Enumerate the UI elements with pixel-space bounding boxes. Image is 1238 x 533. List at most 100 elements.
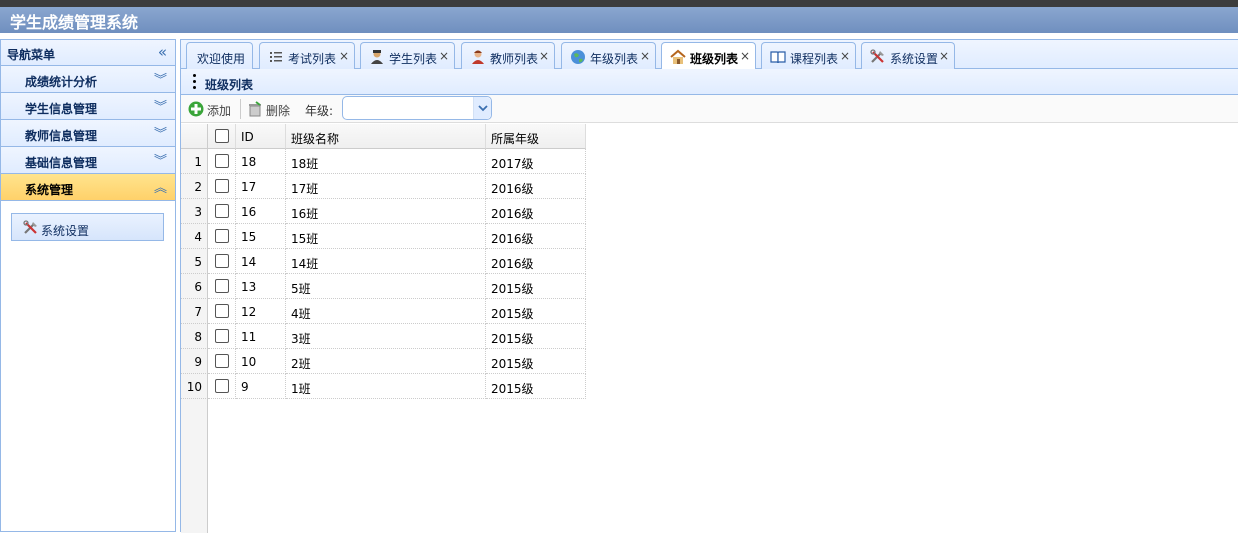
cell-id: 15	[236, 224, 286, 249]
row-checkbox[interactable]	[215, 279, 229, 293]
row-number-header	[181, 124, 208, 149]
column-header-id[interactable]: ID	[236, 124, 286, 149]
collapse-left-icon[interactable]: «	[158, 43, 167, 61]
tab-grade-list[interactable]: 年级列表 ×	[561, 42, 656, 69]
expand-down-icon[interactable]: ︾	[154, 96, 167, 115]
toolbar-separator	[240, 99, 241, 119]
side-btn-label: 系统设置	[41, 224, 90, 238]
add-icon	[188, 101, 204, 117]
house-icon	[670, 49, 686, 64]
tab-class-list[interactable]: 班级列表 ×	[661, 42, 756, 70]
nav-title: 导航菜单	[7, 48, 56, 62]
tab-label: 考试列表	[288, 52, 337, 66]
cell-id: 16	[236, 199, 286, 224]
close-icon[interactable]: ×	[740, 49, 750, 63]
expand-down-icon[interactable]: ︾	[154, 150, 167, 169]
close-icon[interactable]: ×	[939, 49, 949, 63]
nav-section-system[interactable]: 系统管理 ︽	[1, 174, 175, 201]
row-checkbox[interactable]	[215, 179, 229, 193]
nav-section-basic-info[interactable]: 基础信息管理 ︾	[1, 147, 175, 174]
delete-button[interactable]: 删除	[247, 99, 297, 119]
cell-grade: 2015级	[486, 299, 586, 324]
close-icon[interactable]: ×	[640, 49, 650, 63]
cell-grade: 2015级	[486, 324, 586, 349]
system-settings-link[interactable]: 系统设置	[11, 213, 164, 241]
app-title: 学生成绩管理系统	[10, 13, 139, 32]
row-checkbox[interactable]	[215, 204, 229, 218]
grade-select[interactable]	[342, 96, 492, 120]
add-button[interactable]: 添加	[188, 99, 238, 119]
tab-label: 系统设置	[890, 52, 939, 66]
expand-down-icon[interactable]: ︾	[154, 123, 167, 142]
tab-label: 班级列表	[690, 52, 739, 66]
tab-label: 年级列表	[590, 52, 639, 66]
delete-icon	[249, 101, 261, 117]
cell-class-name: 15班	[286, 224, 486, 249]
panel-header: 班级列表	[181, 69, 1238, 95]
row-checkbox[interactable]	[215, 304, 229, 318]
nav-header: 导航菜单 «	[1, 40, 175, 66]
cell-id: 18	[236, 149, 286, 174]
app-header: 学生成绩管理系统	[0, 7, 1238, 33]
close-icon[interactable]: ×	[439, 49, 449, 63]
tab-course-list[interactable]: 课程列表 ×	[761, 42, 856, 69]
nav-section-teacher-info[interactable]: 教师信息管理 ︾	[1, 120, 175, 147]
book-icon	[770, 51, 786, 64]
cell-grade: 2017级	[486, 149, 586, 174]
nav-section-label: 教师信息管理	[25, 129, 98, 143]
row-number: 9	[181, 349, 208, 374]
tab-strip: 欢迎使用 考试列表 × 学生列表 × 教师列表 × 年级列表 × 班级列表 × …	[181, 40, 1238, 70]
row-checkbox[interactable]	[215, 379, 229, 393]
cell-id: 17	[236, 174, 286, 199]
list-icon	[270, 52, 282, 62]
tab-exam-list[interactable]: 考试列表 ×	[259, 42, 355, 69]
tab-system-settings[interactable]: 系统设置 ×	[861, 42, 955, 69]
column-header-name[interactable]: 班级名称	[286, 124, 486, 149]
delete-button-label: 删除	[266, 104, 291, 118]
column-header-grade[interactable]: 所属年级	[486, 124, 586, 149]
tab-teacher-list[interactable]: 教师列表 ×	[461, 42, 555, 69]
grid-toolbar: 添加 删除 年级:	[181, 95, 1238, 123]
cell-class-name: 1班	[286, 374, 486, 399]
nav-section-label: 系统管理	[25, 183, 74, 197]
close-icon[interactable]: ×	[840, 49, 850, 63]
cell-grade: 2016级	[486, 249, 586, 274]
row-number: 4	[181, 224, 208, 249]
nav-section-label: 学生信息管理	[25, 102, 98, 116]
row-select-cell	[208, 374, 236, 399]
nav-section-score-analysis[interactable]: 成绩统计分析 ︾	[1, 66, 175, 93]
nav-section-label: 成绩统计分析	[25, 75, 98, 89]
row-checkbox[interactable]	[215, 329, 229, 343]
select-all-checkbox[interactable]	[215, 129, 229, 143]
row-select-cell	[208, 274, 236, 299]
row-number: 10	[181, 374, 208, 399]
close-icon[interactable]: ×	[339, 49, 349, 63]
nav-section-student-info[interactable]: 学生信息管理 ︾	[1, 93, 175, 120]
row-select-cell	[208, 349, 236, 374]
row-number: 2	[181, 174, 208, 199]
row-number: 3	[181, 199, 208, 224]
cell-id: 12	[236, 299, 286, 324]
row-number: 8	[181, 324, 208, 349]
cell-id: 9	[236, 374, 286, 399]
row-checkbox[interactable]	[215, 229, 229, 243]
close-icon[interactable]: ×	[539, 49, 549, 63]
expand-down-icon[interactable]: ︾	[154, 69, 167, 88]
grip-icon	[193, 74, 196, 90]
row-checkbox[interactable]	[215, 254, 229, 268]
select-all-cell	[208, 124, 236, 149]
cell-class-name: 14班	[286, 249, 486, 274]
row-checkbox[interactable]	[215, 154, 229, 168]
row-select-cell	[208, 174, 236, 199]
tools-icon	[23, 220, 37, 234]
row-number: 6	[181, 274, 208, 299]
dropdown-arrow[interactable]	[473, 97, 491, 119]
collapse-up-icon[interactable]: ︽	[154, 177, 167, 196]
row-number: 1	[181, 149, 208, 174]
window-top-strip	[0, 0, 1238, 7]
cell-grade: 2015级	[486, 274, 586, 299]
chevron-down-icon	[478, 105, 488, 112]
tab-welcome[interactable]: 欢迎使用	[186, 42, 253, 69]
row-checkbox[interactable]	[215, 354, 229, 368]
tab-student-list[interactable]: 学生列表 ×	[360, 42, 455, 69]
